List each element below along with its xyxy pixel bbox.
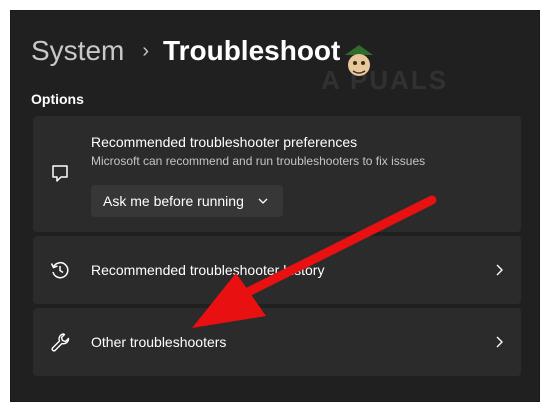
troubleshooter-preferences-card: Recommended troubleshooter preferences M… (33, 116, 521, 232)
preferences-title: Recommended troubleshooter preferences (91, 134, 358, 150)
settings-window: System › Troubleshoot A PUALS Options Re… (10, 10, 540, 402)
troubleshooter-history-card[interactable]: Recommended troubleshooter history (33, 236, 521, 304)
breadcrumb-system-link[interactable]: System (31, 35, 124, 67)
watermark-text: A PUALS (321, 65, 449, 95)
run-preference-dropdown[interactable]: Ask me before running (91, 185, 283, 217)
preferences-description: Microsoft can recommend and run troubles… (91, 154, 426, 168)
history-title: Recommended troubleshooter history (91, 262, 325, 278)
chat-bubble-icon (52, 165, 68, 182)
breadcrumb-separator: › (142, 39, 150, 62)
appuals-watermark: A PUALS (301, 41, 511, 95)
chevron-down-icon (258, 198, 268, 204)
chevron-right-icon (496, 264, 503, 276)
history-icon (50, 261, 69, 279)
wrench-icon (51, 333, 70, 352)
other-troubleshooters-title: Other troubleshooters (91, 334, 227, 350)
other-troubleshooters-card[interactable]: Other troubleshooters (33, 308, 521, 376)
options-heading: Options (31, 91, 84, 107)
dropdown-value: Ask me before running (103, 193, 244, 209)
chevron-right-icon (496, 336, 503, 348)
breadcrumb: System › Troubleshoot (31, 35, 340, 67)
